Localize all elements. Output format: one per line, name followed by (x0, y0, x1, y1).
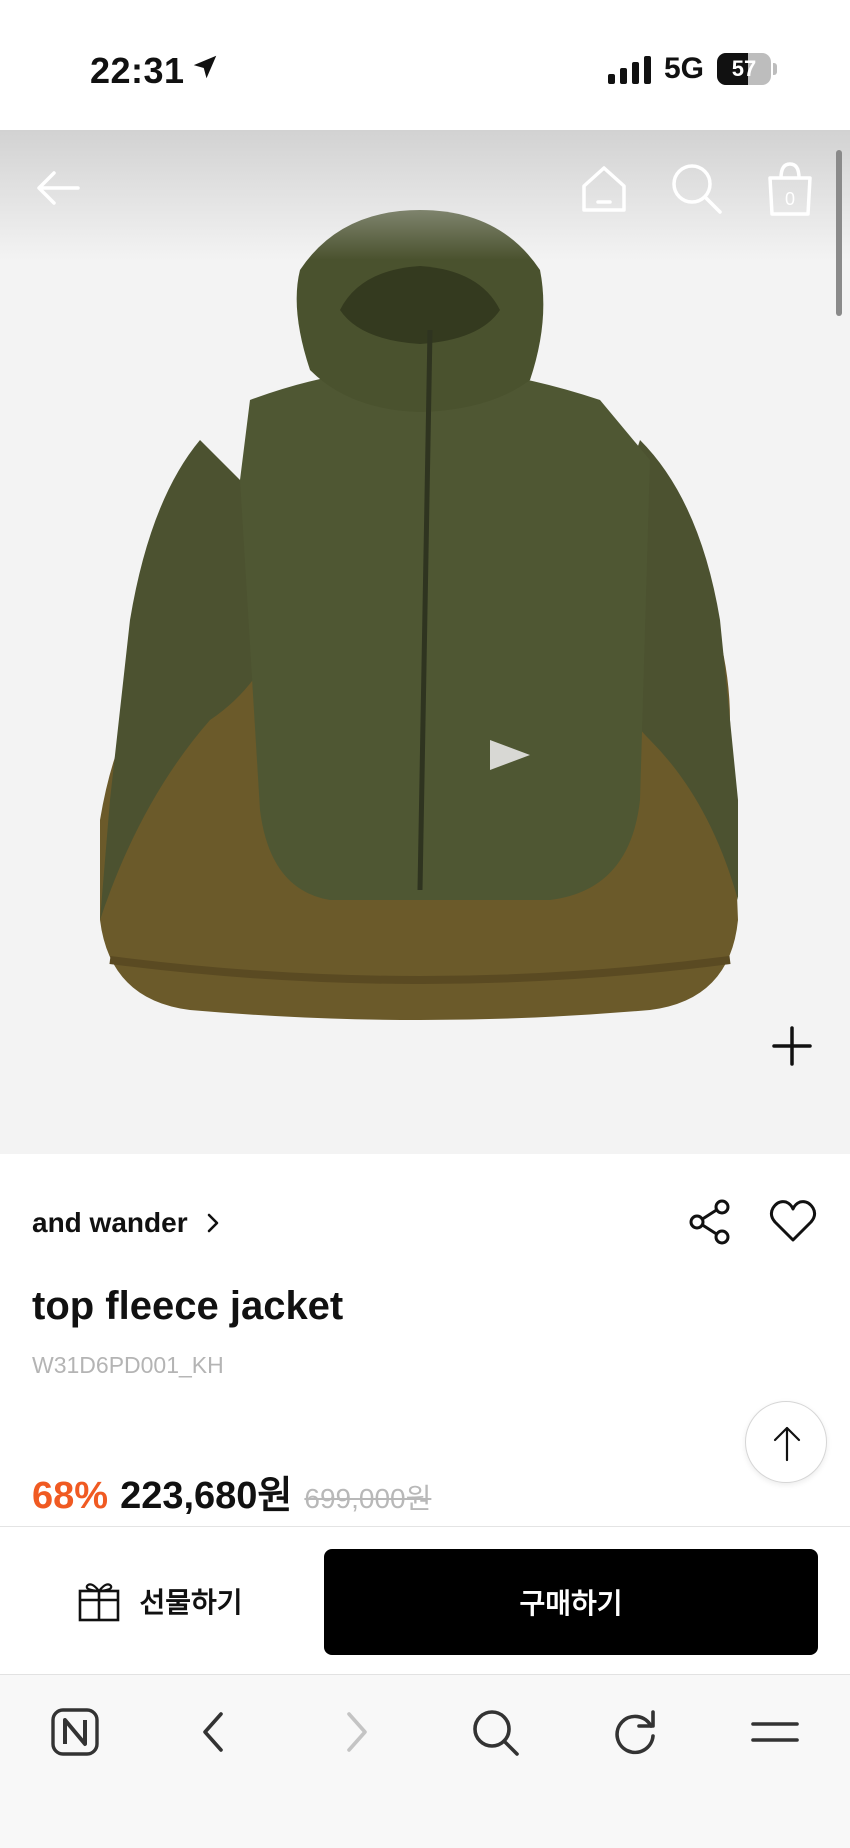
brand-link[interactable]: and wander (32, 1203, 220, 1243)
product-code: W31D6PD001_KH (32, 1352, 224, 1378)
network-type: 5G (664, 52, 705, 85)
chevron-right-icon (207, 1213, 218, 1233)
shopping-bag-icon[interactable]: 0 (762, 160, 818, 216)
naver-home-button[interactable] (40, 1697, 110, 1767)
zoom-plus-icon[interactable] (766, 1020, 818, 1072)
buy-button-label: 구매하기 (519, 1588, 623, 1619)
back-arrow-icon[interactable] (30, 160, 86, 216)
price-row: 68% 223,680원 699,000원 (32, 1464, 431, 1519)
status-time: 22:31 (90, 50, 185, 91)
original-price: 699,000원 (304, 1483, 432, 1514)
scroll-to-top-button[interactable] (745, 1401, 827, 1483)
location-arrow-icon (193, 55, 217, 79)
search-icon[interactable] (668, 160, 724, 216)
discount-rate: 68% (32, 1475, 109, 1517)
cart-count: 0 (785, 189, 795, 209)
gift-icon (79, 1583, 120, 1622)
product-image (100, 210, 738, 1020)
gift-button-label: 선물하기 (139, 1587, 243, 1618)
browser-search-button[interactable] (460, 1697, 530, 1767)
browser-refresh-button[interactable] (600, 1697, 670, 1767)
battery-percent: 57 (731, 56, 757, 81)
heart-icon[interactable] (768, 1196, 818, 1246)
gift-button[interactable]: 선물하기 (40, 1549, 280, 1653)
status-bar: 22:31 5G 57 (0, 0, 850, 130)
scrollbar[interactable] (836, 150, 842, 316)
arrow-up-icon (773, 1426, 801, 1462)
back-chevron-icon (203, 1712, 223, 1752)
sale-price: 223,680원 (120, 1475, 293, 1517)
refresh-icon (615, 1710, 655, 1755)
share-icon[interactable] (686, 1198, 734, 1246)
home-icon[interactable] (576, 160, 632, 216)
browser-forward-button[interactable] (320, 1697, 390, 1767)
browser-menu-button[interactable] (740, 1697, 810, 1767)
product-image-gallery[interactable]: 0 (0, 130, 850, 1154)
naver-home-icon (51, 1708, 99, 1756)
buy-button[interactable]: 구매하기 (324, 1549, 818, 1655)
search-icon (473, 1710, 519, 1756)
browser-toolbar (0, 1674, 850, 1848)
menu-icon (751, 1722, 799, 1742)
purchase-bar: 선물하기 구매하기 (0, 1526, 850, 1674)
signal-bars-icon (608, 56, 651, 84)
forward-chevron-icon (347, 1712, 367, 1752)
product-title: top fleece jacket (32, 1284, 344, 1328)
brand-name: and wander (32, 1207, 188, 1238)
battery-icon: 57 (717, 53, 777, 85)
browser-back-button[interactable] (180, 1697, 250, 1767)
